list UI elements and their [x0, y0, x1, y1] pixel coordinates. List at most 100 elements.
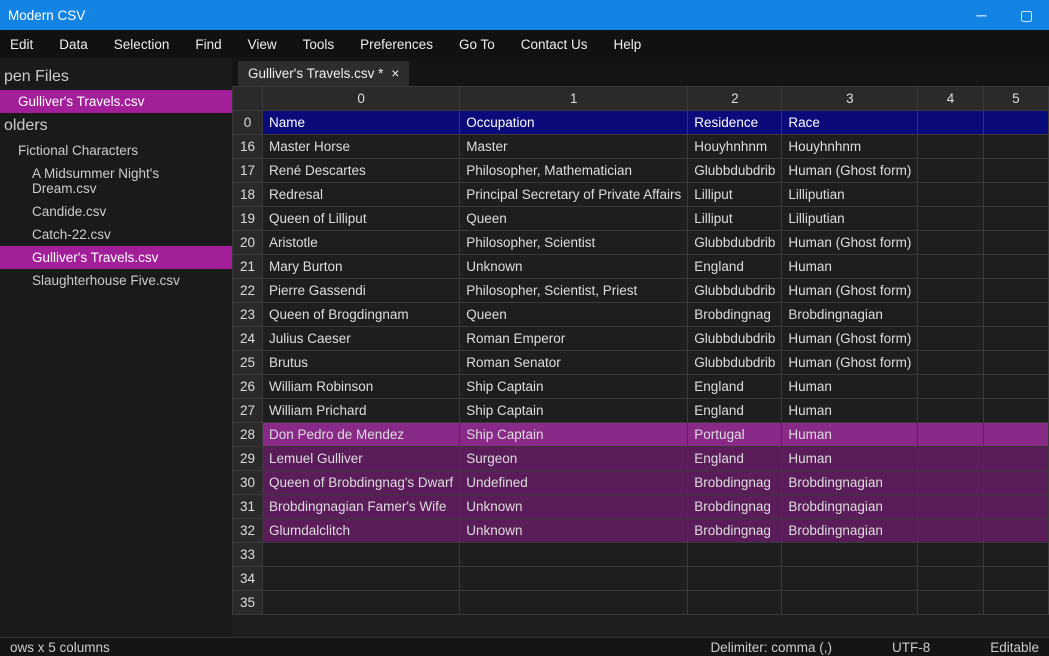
cell[interactable]: Aristotle	[263, 231, 460, 255]
cell[interactable]: Ship Captain	[460, 399, 688, 423]
open-file-item[interactable]: Gulliver's Travels.csv	[0, 90, 232, 113]
cell[interactable]: England	[688, 399, 782, 423]
menu-find[interactable]: Find	[189, 33, 227, 56]
menu-view[interactable]: View	[242, 33, 283, 56]
close-icon[interactable]: ×	[391, 66, 399, 81]
cell[interactable]: Unknown	[460, 495, 688, 519]
cell[interactable]: Redresal	[263, 183, 460, 207]
cell[interactable]	[983, 327, 1048, 351]
cell[interactable]: Lilliput	[688, 183, 782, 207]
cell[interactable]: Glubbdubdrib	[688, 159, 782, 183]
cell[interactable]	[782, 591, 918, 615]
cell[interactable]: Glumdalclitch	[263, 519, 460, 543]
row-number[interactable]: 26	[233, 375, 263, 399]
cell[interactable]: Brobdingnagian	[782, 519, 918, 543]
row-number[interactable]: 0	[233, 111, 263, 135]
row-number[interactable]: 24	[233, 327, 263, 351]
cell[interactable]	[983, 495, 1048, 519]
cell[interactable]	[983, 519, 1048, 543]
cell[interactable]	[983, 375, 1048, 399]
cell[interactable]	[782, 543, 918, 567]
cell[interactable]	[918, 495, 983, 519]
cell[interactable]: Brobdingnagian	[782, 471, 918, 495]
cell[interactable]: England	[688, 375, 782, 399]
cell[interactable]: Glubbdubdrib	[688, 351, 782, 375]
folder-root[interactable]: Fictional Characters	[0, 139, 232, 162]
cell[interactable]: Glubbdubdrib	[688, 327, 782, 351]
cell[interactable]	[918, 351, 983, 375]
row-number[interactable]: 16	[233, 135, 263, 159]
cell[interactable]: Don Pedro de Mendez	[263, 423, 460, 447]
cell[interactable]: Brobdingnag	[688, 519, 782, 543]
cell[interactable]: Julius Caeser	[263, 327, 460, 351]
row-number[interactable]: 23	[233, 303, 263, 327]
cell[interactable]	[983, 423, 1048, 447]
row-number[interactable]: 35	[233, 591, 263, 615]
folder-file[interactable]: A Midsummer Night's Dream.csv	[0, 162, 232, 200]
col-header[interactable]: 2	[688, 87, 782, 111]
cell[interactable]: Master Horse	[263, 135, 460, 159]
cell[interactable]: Brobdingnagian	[782, 303, 918, 327]
cell[interactable]: Human (Ghost form)	[782, 231, 918, 255]
row-number[interactable]: 29	[233, 447, 263, 471]
folder-file[interactable]: Candide.csv	[0, 200, 232, 223]
row-number[interactable]: 31	[233, 495, 263, 519]
cell[interactable]	[918, 207, 983, 231]
cell[interactable]: Brobdingnag	[688, 495, 782, 519]
cell[interactable]	[782, 567, 918, 591]
menu-contact-us[interactable]: Contact Us	[515, 33, 594, 56]
row-number[interactable]: 19	[233, 207, 263, 231]
cell[interactable]: Brobdingnag	[688, 303, 782, 327]
cell[interactable]: Houyhnhnm	[782, 135, 918, 159]
col-header[interactable]: 1	[460, 87, 688, 111]
cell[interactable]	[918, 279, 983, 303]
cell[interactable]	[983, 447, 1048, 471]
cell[interactable]: Surgeon	[460, 447, 688, 471]
data-grid[interactable]: 0123450NameOccupationResidenceRace16Mast…	[232, 86, 1049, 637]
cell[interactable]	[918, 447, 983, 471]
cell[interactable]	[918, 303, 983, 327]
cell[interactable]: Philosopher, Scientist	[460, 231, 688, 255]
cell[interactable]	[983, 279, 1048, 303]
cell[interactable]	[460, 567, 688, 591]
row-number[interactable]: 20	[233, 231, 263, 255]
cell[interactable]: Houyhnhnm	[688, 135, 782, 159]
cell[interactable]: Queen of Lilliput	[263, 207, 460, 231]
cell[interactable]: Lemuel Gulliver	[263, 447, 460, 471]
cell[interactable]	[460, 543, 688, 567]
cell[interactable]: Human	[782, 423, 918, 447]
cell[interactable]	[983, 543, 1048, 567]
tab-active[interactable]: Gulliver's Travels.csv * ×	[238, 61, 409, 86]
cell[interactable]: Glubbdubdrib	[688, 231, 782, 255]
row-number[interactable]: 21	[233, 255, 263, 279]
cell[interactable]	[918, 567, 983, 591]
cell[interactable]: William Prichard	[263, 399, 460, 423]
cell[interactable]	[263, 567, 460, 591]
cell[interactable]	[918, 471, 983, 495]
cell[interactable]	[688, 567, 782, 591]
row-number[interactable]: 30	[233, 471, 263, 495]
cell[interactable]: England	[688, 447, 782, 471]
cell[interactable]: Queen	[460, 207, 688, 231]
menu-data[interactable]: Data	[53, 33, 94, 56]
cell[interactable]: Brobdingnagian Famer's Wife	[263, 495, 460, 519]
cell[interactable]: Undefined	[460, 471, 688, 495]
cell[interactable]	[918, 519, 983, 543]
cell[interactable]	[918, 135, 983, 159]
cell[interactable]	[918, 159, 983, 183]
row-number[interactable]: 28	[233, 423, 263, 447]
cell[interactable]	[918, 183, 983, 207]
cell[interactable]: Occupation	[460, 111, 688, 135]
cell[interactable]: Roman Senator	[460, 351, 688, 375]
cell[interactable]: Queen of Brogdingnam	[263, 303, 460, 327]
cell[interactable]	[983, 183, 1048, 207]
row-number[interactable]: 25	[233, 351, 263, 375]
cell[interactable]: Lilliputian	[782, 183, 918, 207]
cell[interactable]: Queen of Brobdingnag's Dwarf	[263, 471, 460, 495]
folder-file[interactable]: Slaughterhouse Five.csv	[0, 269, 232, 292]
cell[interactable]: Philosopher, Scientist, Priest	[460, 279, 688, 303]
cell[interactable]: Human (Ghost form)	[782, 159, 918, 183]
row-number[interactable]: 27	[233, 399, 263, 423]
cell[interactable]	[983, 231, 1048, 255]
col-header[interactable]: 5	[983, 87, 1048, 111]
